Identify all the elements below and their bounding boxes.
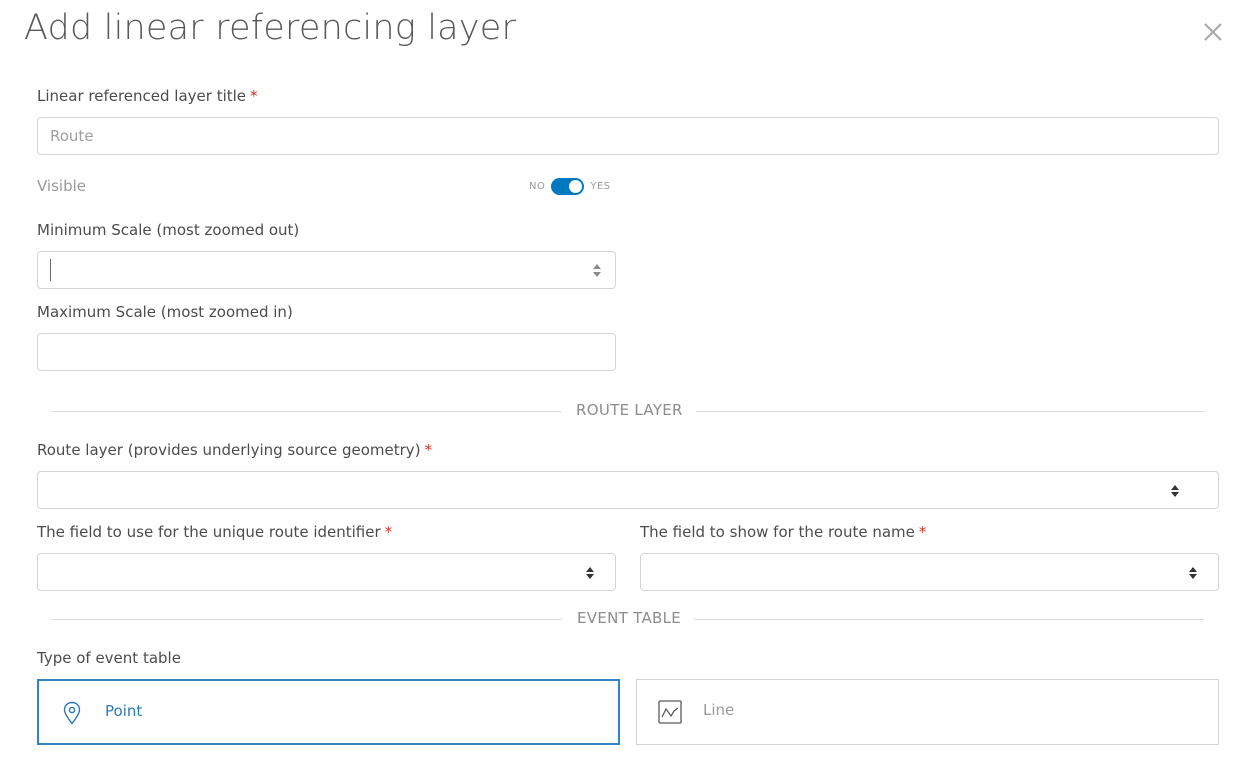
event-divider-right [694, 619, 1204, 620]
route-layer-label-text: Route layer (provides underlying source … [37, 441, 421, 459]
route-layer-label: Route layer (provides underlying source … [37, 441, 432, 459]
layer-title-label-text: Linear referenced layer title [37, 87, 247, 105]
required-mark: * [918, 523, 927, 541]
event-type-point-card[interactable]: Point [37, 679, 620, 745]
select-arrows-icon [586, 567, 594, 579]
event-type-line-label: Line [703, 701, 735, 719]
text-cursor [50, 259, 51, 281]
route-name-field-label-text: The field to show for the route name [640, 523, 915, 541]
required-mark: * [384, 523, 393, 541]
min-scale-input[interactable] [37, 251, 616, 289]
layer-title-input[interactable]: Route [37, 117, 1219, 155]
event-type-label: Type of event table [37, 649, 181, 667]
route-id-field-select[interactable] [37, 553, 616, 591]
route-layer-select[interactable] [37, 471, 1219, 509]
event-table-heading: EVENT TABLE [577, 609, 682, 627]
select-arrows-icon [1171, 485, 1179, 497]
max-scale-label: Maximum Scale (most zoomed in) [37, 303, 293, 321]
toggle-no-label: NO [529, 180, 546, 192]
required-mark: * [250, 87, 258, 105]
route-name-field-label: The field to show for the route name * [640, 523, 926, 541]
dialog-title: Add linear referencing layer [24, 8, 517, 48]
visible-toggle[interactable] [551, 177, 585, 195]
visible-toggle-group: NO YES [529, 176, 611, 196]
route-id-field-label: The field to use for the unique route id… [37, 523, 392, 541]
toggle-knob [569, 179, 583, 193]
line-chart-icon [658, 700, 682, 724]
route-divider-right [696, 411, 1205, 412]
event-type-point-label: Point [105, 702, 143, 720]
min-scale-label: Minimum Scale (most zoomed out) [37, 221, 300, 239]
route-layer-heading: ROUTE LAYER [576, 401, 683, 419]
event-type-line-card[interactable]: Line [636, 679, 1219, 745]
route-divider-left [51, 411, 561, 412]
close-icon[interactable] [1199, 18, 1227, 46]
toggle-yes-label: YES [590, 180, 611, 192]
route-id-field-label-text: The field to use for the unique route id… [37, 523, 381, 541]
event-divider-left [51, 619, 562, 620]
map-pin-icon [63, 701, 81, 725]
layer-title-label: Linear referenced layer title * [37, 87, 258, 105]
number-spinner-icon[interactable] [591, 260, 603, 280]
max-scale-input[interactable] [37, 333, 616, 371]
select-arrows-icon [1189, 567, 1197, 579]
visible-label: Visible [37, 177, 86, 195]
layer-title-placeholder: Route [50, 127, 94, 145]
required-mark: * [424, 441, 433, 459]
route-name-field-select[interactable] [640, 553, 1219, 591]
